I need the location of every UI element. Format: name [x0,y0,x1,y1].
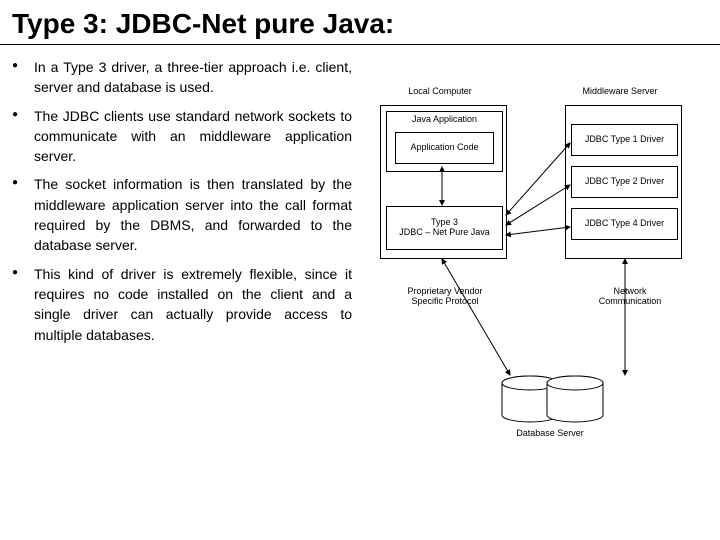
middleware-server-box: JDBC Type 1 Driver JDBC Type 2 Driver JD… [565,105,682,259]
list-item: This kind of driver is extremely flexibl… [12,264,352,345]
architecture-diagram: Local Computer Middleware Server Java Ap… [370,87,690,457]
list-item: In a Type 3 driver, a three-tier approac… [12,57,352,98]
list-item: The socket information is then translate… [12,174,352,255]
list-item: The JDBC clients use standard network so… [12,106,352,167]
database-server-label: Database Server [500,429,600,439]
jdbc-type2-box: JDBC Type 2 Driver [571,166,678,198]
bullet-list: In a Type 3 driver, a three-tier approac… [12,57,352,345]
jdbc-type4-box: JDBC Type 4 Driver [571,208,678,240]
middleware-server-label: Middleware Server [570,87,670,97]
java-application-text: Java Application [387,115,502,125]
type3-driver-box: Type 3 JDBC – Net Pure Java [386,206,503,250]
slide-title: Type 3: JDBC-Net pure Java: [0,0,720,45]
bullet-column: In a Type 3 driver, a three-tier approac… [12,57,362,457]
diagram-column: Local Computer Middleware Server Java Ap… [362,57,700,457]
local-computer-label: Local Computer [390,87,490,97]
proprietary-protocol-label: Proprietary Vendor Specific Protocol [390,287,500,307]
jdbc-type1-box: JDBC Type 1 Driver [571,124,678,156]
application-code-box: Application Code [395,132,494,164]
content-area: In a Type 3 driver, a three-tier approac… [0,57,720,457]
network-communication-label: Network Communication [580,287,680,307]
local-computer-box: Java Application Application Code Type 3… [380,105,507,259]
database-cylinder-right [545,375,605,425]
java-application-box: Java Application Application Code [386,111,503,172]
